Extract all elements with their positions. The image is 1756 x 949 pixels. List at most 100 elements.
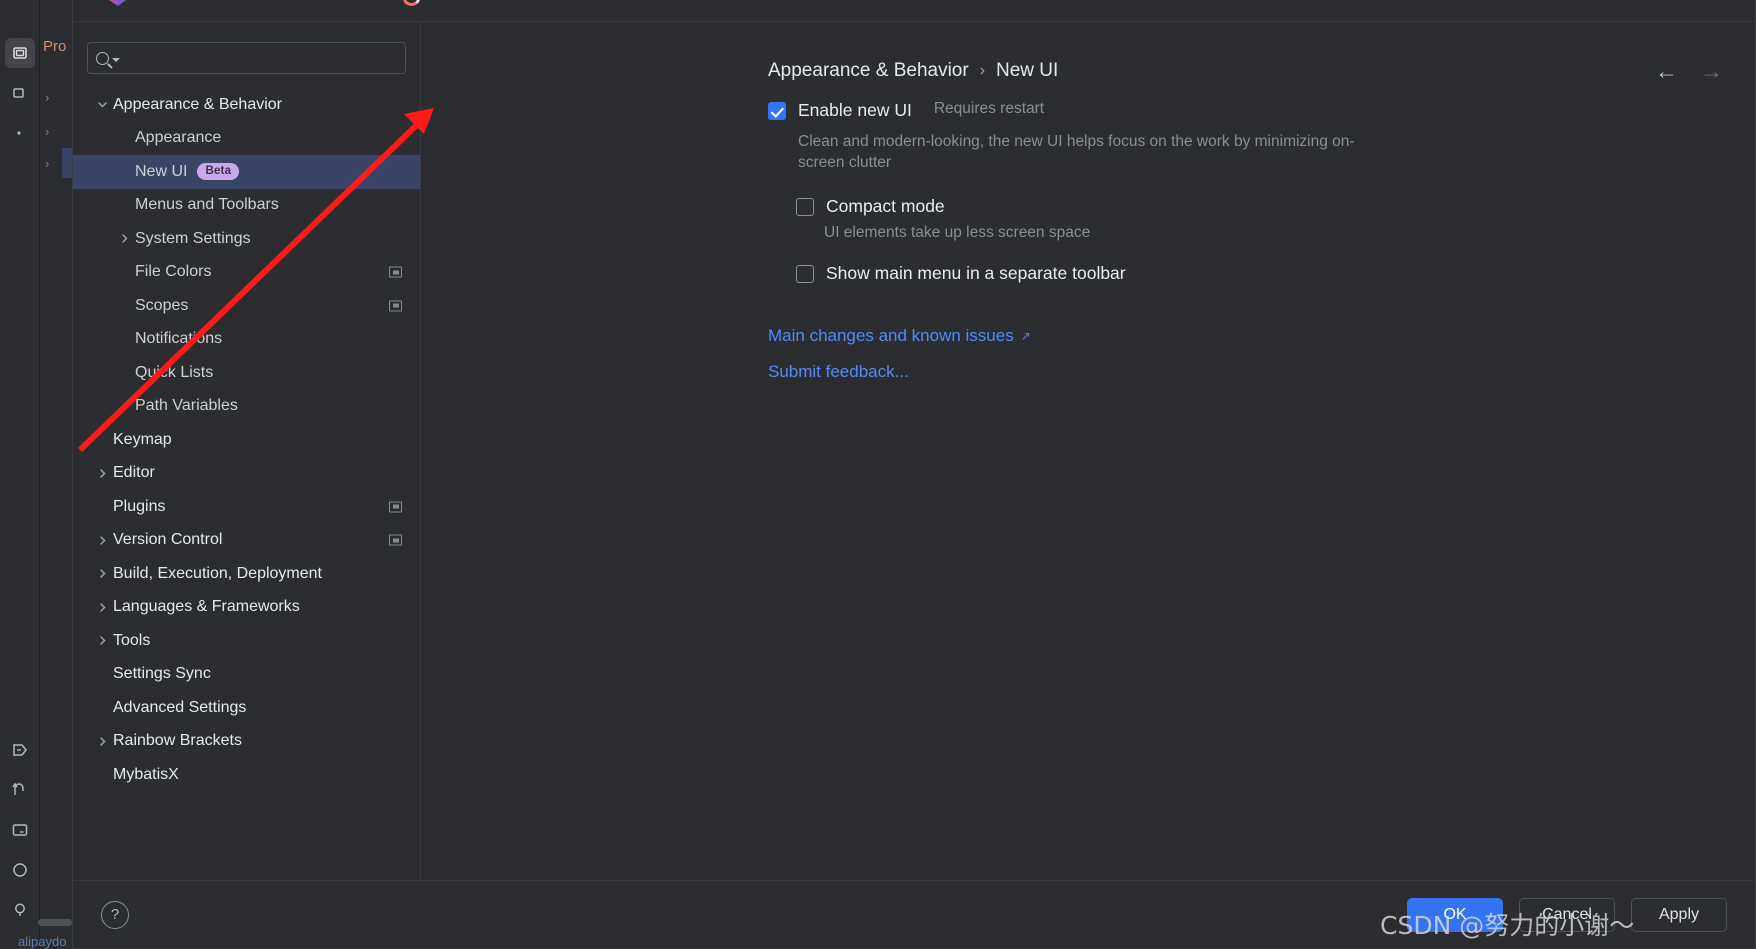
- separate-toolbar-label: Show main menu in a separate toolbar: [826, 262, 1126, 283]
- tree-item-label: Plugins: [113, 497, 166, 515]
- back-arrow-icon[interactable]: ←: [1655, 60, 1678, 83]
- enable-new-ui-row[interactable]: Enable new UI Requires restart: [768, 100, 1725, 121]
- chevron-down-icon[interactable]: [112, 58, 120, 62]
- chevron-right-icon[interactable]: [91, 535, 113, 546]
- breadcrumb-separator-icon: ›: [979, 62, 986, 79]
- compact-mode-checkbox[interactable]: [796, 197, 814, 216]
- chevron-right-icon[interactable]: [113, 233, 135, 244]
- tree-item-label: Tools: [113, 631, 151, 649]
- breadcrumb: Appearance & Behavior › New UI: [768, 60, 1058, 82]
- help-button[interactable]: ?: [101, 900, 129, 929]
- tree-item-build-execution-deployment[interactable]: Build, Execution, Deployment: [73, 557, 420, 591]
- apply-button[interactable]: Apply: [1631, 897, 1727, 932]
- tree-item-system-settings[interactable]: System Settings: [73, 222, 420, 256]
- tree-item-file-colors[interactable]: File Colors: [73, 256, 420, 290]
- chevron-down-icon[interactable]: [91, 99, 113, 110]
- tree-item-label: New UI: [135, 162, 188, 180]
- monitor-icon: [389, 266, 402, 278]
- services-icon[interactable]: [5, 855, 35, 885]
- navigation-arrows[interactable]: ← →: [1655, 60, 1723, 83]
- ide-tool-rail[interactable]: [0, 0, 40, 949]
- terminal-icon[interactable]: [5, 815, 35, 845]
- tree-item-label: Path Variables: [135, 397, 238, 415]
- tree-item-settings-sync[interactable]: Settings Sync: [73, 658, 420, 692]
- tree-item-new-ui[interactable]: New UI Beta: [73, 155, 420, 189]
- chevron-right-icon[interactable]: [91, 468, 113, 479]
- tree-item-advanced-settings[interactable]: Advanced Settings: [73, 691, 420, 725]
- tree-item-appearance-behavior[interactable]: Appearance & Behavior: [73, 88, 420, 122]
- tree-item-label: Settings Sync: [113, 665, 211, 683]
- dialog-body: Appearance & Behavior Appearance New UI Bet…: [73, 22, 1755, 880]
- separate-toolbar-row[interactable]: Show main menu in a separate toolbar: [796, 263, 1725, 284]
- tree-item-scopes[interactable]: Scopes: [73, 289, 420, 323]
- chevron-right-icon[interactable]: [91, 568, 113, 579]
- tree-item-notifications[interactable]: Notifications: [73, 323, 420, 357]
- tree-item-label: Quick Lists: [135, 363, 214, 381]
- tree-item-languages-frameworks[interactable]: Languages & Frameworks: [73, 591, 420, 625]
- link-main-changes-label: Main changes and known issues: [768, 325, 1014, 345]
- tree-item-label: MybatisX: [113, 765, 179, 783]
- compact-mode-row[interactable]: Compact mode: [796, 196, 1725, 217]
- tree-item-label: Version Control: [113, 531, 223, 549]
- tree-item-tools[interactable]: Tools: [73, 624, 420, 658]
- tree-item-label: Editor: [113, 464, 155, 482]
- tree-item-plugins[interactable]: Plugins: [73, 490, 420, 524]
- commit-icon[interactable]: [5, 735, 35, 765]
- ide-horizontal-scrollbar[interactable]: [38, 919, 72, 926]
- enable-new-ui-hint: Requires restart: [933, 100, 1045, 117]
- tree-item-version-control[interactable]: Version Control: [73, 524, 420, 558]
- project-icon[interactable]: [4, 38, 35, 68]
- chevron-right-icon[interactable]: ›: [45, 90, 49, 105]
- tree-item-editor[interactable]: Editor: [73, 457, 420, 491]
- breadcrumb-parent[interactable]: Appearance & Behavior: [768, 60, 969, 82]
- settings-tree[interactable]: Appearance & Behavior Appearance New UI Bet…: [73, 82, 420, 880]
- tree-item-label: Build, Execution, Deployment: [113, 564, 322, 582]
- tree-item-label: System Settings: [135, 229, 251, 247]
- tree-item-menus-and-toolbars[interactable]: Menus and Toolbars: [73, 189, 420, 223]
- chevron-right-icon[interactable]: [91, 602, 113, 613]
- enable-new-ui-checkbox[interactable]: [768, 102, 786, 120]
- ide-project-panel: [40, 0, 75, 949]
- link-main-changes[interactable]: Main changes and known issues ↗: [768, 326, 1031, 346]
- problems-icon[interactable]: [5, 895, 35, 925]
- dialog-titlebar: [73, 0, 1755, 22]
- tree-item-path-variables[interactable]: Path Variables: [73, 390, 420, 424]
- tree-item-mybatisx[interactable]: MybatisX: [73, 758, 420, 792]
- bookmarks-icon[interactable]: [5, 118, 35, 148]
- forward-arrow-icon[interactable]: →: [1700, 60, 1723, 83]
- chevron-right-icon[interactable]: ›: [45, 124, 49, 139]
- compact-mode-description: UI elements take up less screen space: [824, 223, 1091, 241]
- chevron-right-icon[interactable]: ›: [45, 156, 49, 171]
- settings-dialog: Appearance & Behavior Appearance New UI Bet…: [72, 0, 1756, 949]
- tree-item-rainbow-brackets[interactable]: Rainbow Brackets: [73, 725, 420, 759]
- pull-requests-icon[interactable]: [5, 775, 35, 805]
- tree-item-label: File Colors: [135, 263, 212, 281]
- ide-status-label: alipaydo: [18, 934, 67, 949]
- separate-toolbar-checkbox[interactable]: [796, 264, 814, 283]
- monitor-icon: [389, 300, 402, 312]
- settings-content-panel: Appearance & Behavior › New UI ← → Enabl…: [421, 22, 1755, 880]
- dialog-footer: ? OK Cancel Apply: [73, 880, 1755, 948]
- tree-item-label: Appearance: [135, 129, 222, 147]
- tree-item-keymap[interactable]: Keymap: [73, 423, 420, 457]
- cancel-button[interactable]: Cancel: [1519, 897, 1615, 932]
- ok-button[interactable]: OK: [1407, 897, 1503, 932]
- tree-item-label: Menus and Toolbars: [135, 196, 279, 214]
- beta-badge: Beta: [197, 163, 240, 181]
- search-box[interactable]: [87, 42, 406, 74]
- tree-item-label: Languages & Frameworks: [113, 598, 300, 616]
- enable-new-ui-label: Enable new UI: [798, 100, 912, 120]
- chevron-right-icon[interactable]: [91, 736, 113, 747]
- chevron-right-icon[interactable]: [91, 635, 113, 646]
- tree-item-appearance[interactable]: Appearance: [73, 122, 420, 156]
- monitor-icon: [389, 534, 402, 546]
- tree-item-label: Keymap: [113, 430, 172, 448]
- tree-item-label: Notifications: [135, 330, 223, 348]
- tree-item-quick-lists[interactable]: Quick Lists: [73, 356, 420, 390]
- ide-project-title: Pro: [43, 38, 67, 55]
- link-submit-feedback-label: Submit feedback...: [768, 361, 909, 381]
- search-input[interactable]: [123, 50, 397, 66]
- link-submit-feedback[interactable]: Submit feedback...: [768, 362, 909, 382]
- search-wrapper: [73, 22, 420, 82]
- structure-icon[interactable]: [5, 78, 35, 108]
